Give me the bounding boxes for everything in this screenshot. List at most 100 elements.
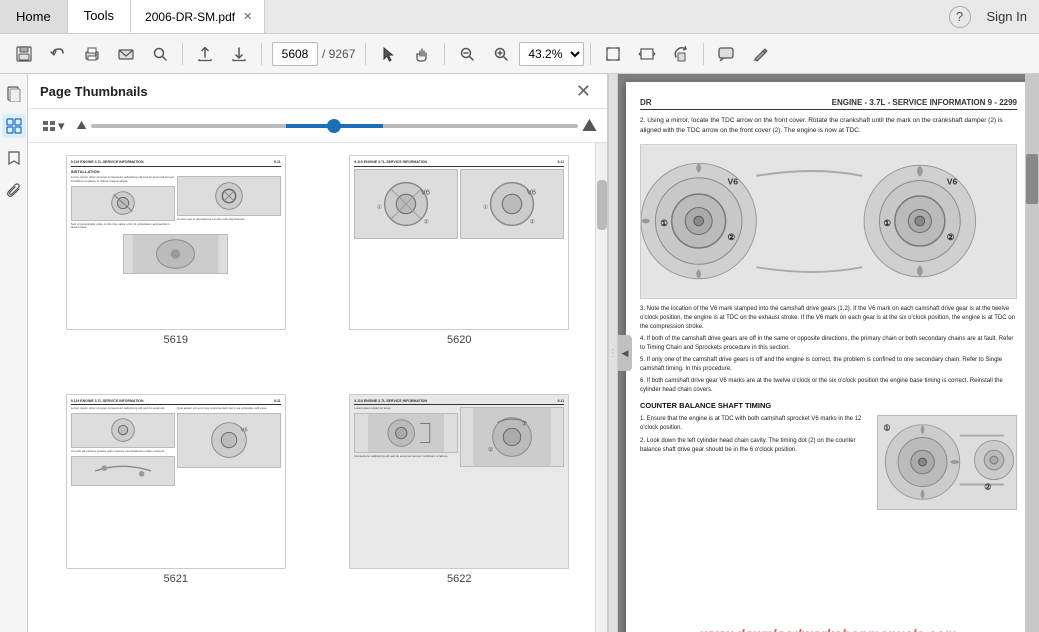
email-button[interactable]	[110, 39, 142, 69]
page-number-input[interactable]	[272, 42, 318, 66]
sidebar-icon-thumbnails[interactable]	[2, 114, 26, 138]
thumbnail-image-5619[interactable]: 9.119 ENGINE 3.7L-SERVICE INFORMATION9-1…	[66, 155, 286, 330]
doc-header-right: ENGINE - 3.7L - SERVICE INFORMATION 9 - …	[832, 98, 1017, 107]
thumbnail-page-content-5621: 9.119 ENGINE 3.7L-SERVICE INFORMATION9-1…	[67, 395, 285, 568]
signin-button[interactable]: Sign In	[987, 9, 1027, 24]
svg-text:V6: V6	[527, 187, 537, 196]
upload-icon	[196, 45, 214, 63]
thumbnail-item-5621[interactable]: 9.119 ENGINE 3.7L-SERVICE INFORMATION9-1…	[40, 394, 312, 621]
file-tab[interactable]: 2006-DR-SM.pdf ✕	[131, 0, 265, 33]
upload-button[interactable]	[189, 39, 221, 69]
rotate-button[interactable]	[665, 39, 697, 69]
panel-collapse-button[interactable]: ◀	[618, 335, 632, 371]
thumbnail-label-5620: 5620	[447, 334, 471, 346]
doc-step2-text: 2. Using a mirror, locate the TDC arrow …	[640, 116, 1017, 136]
toolbar-separator-1	[182, 43, 183, 65]
thumb-diagram-2	[178, 177, 280, 215]
doc-step6-text: 6. If both camshaft drive gear V6 marks …	[640, 377, 1017, 395]
thumbnail-scrollbar[interactable]	[595, 143, 607, 632]
left-sidebar	[0, 74, 28, 632]
thumbnail-size-slider[interactable]	[91, 124, 578, 128]
undo-icon	[49, 45, 67, 63]
svg-text:②: ②	[728, 232, 736, 242]
zoom-in-icon	[492, 45, 510, 63]
doc-step4-text: 4. If both of the camshaft drive gears a…	[640, 335, 1017, 353]
cbs-diagram-svg: ① ②	[878, 416, 1016, 509]
save-button[interactable]	[8, 39, 40, 69]
document-scrollbar[interactable]	[1025, 74, 1039, 632]
thumbnail-label-5619: 5619	[164, 334, 188, 346]
doc-header-left: DR	[640, 98, 652, 107]
search-button[interactable]	[144, 39, 176, 69]
email-icon	[117, 45, 135, 63]
comment-button[interactable]	[710, 39, 742, 69]
hand-tool-button[interactable]	[406, 39, 438, 69]
page-total: / 9267	[322, 47, 355, 61]
doc-cbs-step2: 2. Look down the left cylinder head chai…	[640, 437, 869, 455]
thumbnail-close-button[interactable]: ✕	[572, 82, 595, 100]
menu-tab-tools[interactable]: Tools	[68, 0, 131, 33]
zoom-out-button[interactable]	[451, 39, 483, 69]
undo-button[interactable]	[42, 39, 74, 69]
page-navigation: / 9267	[272, 42, 355, 66]
svg-text:①: ①	[522, 420, 527, 427]
select-tool-button[interactable]	[372, 39, 404, 69]
doc-step3-text: 3. Note the location of the V6 mark stam…	[640, 305, 1017, 332]
close-tab-button[interactable]: ✕	[241, 8, 254, 25]
fit-width-icon	[638, 45, 656, 63]
thumb-diagram-9	[355, 414, 457, 452]
home-label: Home	[16, 9, 51, 24]
size-small-icon: ⛰	[77, 118, 87, 133]
thumb-diagram-5: V6 ① ②	[461, 170, 563, 238]
print-button[interactable]	[76, 39, 108, 69]
thumb-diagram-8: V6	[178, 414, 280, 467]
download-button[interactable]	[223, 39, 255, 69]
thumbnail-image-5621[interactable]: 9.119 ENGINE 3.7L-SERVICE INFORMATION9-1…	[66, 394, 286, 569]
svg-text:②: ②	[488, 447, 493, 454]
comment-icon	[717, 45, 735, 63]
thumbnail-image-5620[interactable]: 9.119 ENGINE 3.7L-SERVICE INFORMATION9-1…	[349, 155, 569, 330]
watermark: www.downloadworkshopmanuals.com	[626, 626, 1031, 632]
toolbar-separator-6	[703, 43, 704, 65]
save-icon	[15, 45, 33, 63]
thumb-diagram-4: V6 ① ②	[355, 170, 457, 238]
svg-text:②: ②	[984, 482, 991, 491]
sidebar-icon-bookmarks[interactable]	[2, 146, 26, 170]
thumbnail-image-5622[interactable]: 9.119 ENGINE 3.7L-SERVICE INFORMATION9-1…	[349, 394, 569, 569]
toolbar: / 9267 43.2% 25% 50% 75% 1	[0, 34, 1039, 74]
menu-tab-home[interactable]: Home	[0, 0, 68, 33]
thumbnail-item-5622[interactable]: 9.119 ENGINE 3.7L-SERVICE INFORMATION9-1…	[324, 394, 596, 621]
toolbar-separator-3	[365, 43, 366, 65]
doc-cbs-section: 1. Ensure that the engine is at TDC with…	[640, 415, 1017, 510]
attachments-icon	[6, 182, 22, 198]
thumbnail-item-5620[interactable]: 9.119 ENGINE 3.7L-SERVICE INFORMATION9-1…	[324, 155, 596, 382]
panel-resize-handle[interactable]: ⋮	[608, 74, 618, 632]
thumbnail-label-5621: 5621	[164, 573, 188, 585]
thumbnail-item-5619[interactable]: 9.119 ENGINE 3.7L-SERVICE INFORMATION9-1…	[40, 155, 312, 382]
help-button[interactable]: ?	[949, 6, 971, 28]
zoom-out-icon	[458, 45, 476, 63]
document-header: DR ENGINE - 3.7L - SERVICE INFORMATION 9…	[640, 98, 1017, 110]
menu-bar: Home Tools 2006-DR-SM.pdf ✕ ? Sign In	[0, 0, 1039, 34]
svg-text:①: ①	[883, 217, 891, 227]
tools-label: Tools	[84, 8, 114, 23]
thumbnail-view-button[interactable]: ▾	[38, 116, 69, 136]
svg-text:②: ②	[947, 232, 955, 242]
sidebar-icon-attachments[interactable]	[2, 178, 26, 202]
document-scroll-thumb[interactable]	[1026, 154, 1038, 204]
sidebar-icon-pages[interactable]	[2, 82, 26, 106]
zoom-in-button[interactable]	[485, 39, 517, 69]
svg-text:V6: V6	[947, 176, 958, 186]
bookmarks-icon	[6, 150, 22, 166]
thumbnail-scroll-thumb[interactable]	[597, 180, 607, 230]
fit-width-button[interactable]	[631, 39, 663, 69]
thumbnail-slider-container: ⛰ ⛰	[77, 115, 597, 136]
fit-page-button[interactable]	[597, 39, 629, 69]
draw-button[interactable]	[744, 39, 776, 69]
doc-section-title: COUNTER BALANCE SHAFT TIMING	[640, 401, 1017, 410]
doc-cbs-text: 1. Ensure that the engine is at TDC with…	[640, 415, 869, 455]
toolbar-separator-5	[590, 43, 591, 65]
zoom-select[interactable]: 43.2% 25% 50% 75% 100% 125% 150% 200%	[519, 42, 584, 66]
thumbnail-label-5622: 5622	[447, 573, 471, 585]
thumbnail-page-content-5622: 9.119 ENGINE 3.7L-SERVICE INFORMATION9-1…	[350, 395, 568, 568]
